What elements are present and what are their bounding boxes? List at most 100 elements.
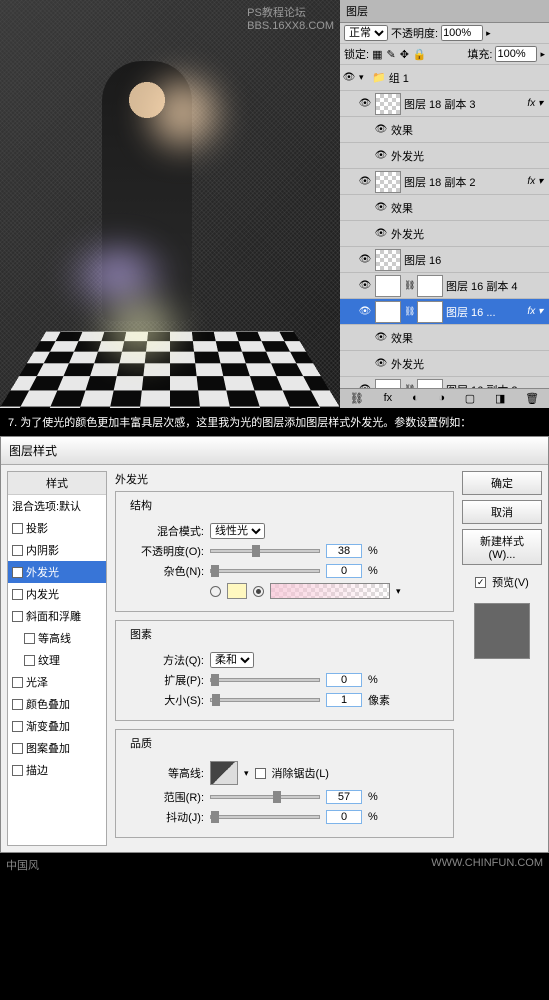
mask-icon[interactable]: ◐	[412, 392, 419, 405]
style-drop-shadow[interactable]: 投影	[8, 517, 106, 539]
style-outer-glow[interactable]: 外发光	[8, 561, 106, 583]
color-swatch[interactable]	[227, 583, 247, 599]
effect-outerglow-row[interactable]: 👁 外发光	[340, 143, 549, 169]
fx-icon[interactable]: fx	[384, 392, 393, 405]
ok-button[interactable]: 确定	[462, 471, 542, 495]
layers-tab[interactable]: 图层	[340, 0, 549, 23]
lock-transparency-icon[interactable]: ▦	[372, 48, 382, 61]
opacity-input[interactable]	[441, 25, 483, 41]
antialias-checkbox[interactable]	[255, 768, 266, 779]
style-color-overlay[interactable]: 颜色叠加	[8, 693, 106, 715]
checkbox[interactable]	[24, 655, 35, 666]
checkbox[interactable]	[12, 523, 23, 534]
group-row[interactable]: 👁 ▾ 📁 组 1	[340, 65, 549, 91]
checkbox[interactable]	[24, 633, 35, 644]
checkbox[interactable]	[12, 567, 23, 578]
contour-dropdown-icon[interactable]: ▾	[244, 768, 249, 779]
layer-row[interactable]: 👁 图层 16	[340, 247, 549, 273]
size-slider[interactable]	[210, 698, 320, 702]
visibility-icon[interactable]: 👁	[342, 71, 356, 85]
fx-badge[interactable]: fx ▾	[527, 176, 547, 187]
blend-mode-select[interactable]: 线性光	[210, 523, 265, 539]
style-texture[interactable]: 纹理	[8, 649, 106, 671]
new-layer-icon[interactable]: ◨	[495, 392, 505, 405]
style-inner-glow[interactable]: 内发光	[8, 583, 106, 605]
effects-row[interactable]: 👁 效果	[340, 325, 549, 351]
opacity-input[interactable]	[326, 544, 362, 558]
opacity-flyout-icon[interactable]: ▸	[486, 28, 491, 39]
style-stroke[interactable]: 描边	[8, 759, 106, 781]
noise-slider[interactable]	[210, 569, 320, 573]
opacity-slider[interactable]	[210, 549, 320, 553]
spread-slider[interactable]	[210, 678, 320, 682]
fill-input[interactable]	[495, 46, 537, 62]
blend-options-row[interactable]: 混合选项:默认	[8, 495, 106, 517]
adjustment-icon[interactable]: ◑	[438, 392, 445, 405]
effects-row[interactable]: 👁 效果	[340, 195, 549, 221]
fx-badge[interactable]: fx ▾	[527, 306, 547, 317]
fx-badge[interactable]: fx ▾	[527, 98, 547, 109]
preview-checkbox[interactable]	[475, 577, 486, 588]
visibility-icon[interactable]: 👁	[374, 227, 388, 241]
spread-input[interactable]	[326, 673, 362, 687]
link-icon[interactable]: ⛓	[404, 306, 414, 317]
visibility-icon[interactable]: 👁	[374, 123, 388, 137]
checkbox[interactable]	[12, 545, 23, 556]
range-input[interactable]	[326, 790, 362, 804]
new-style-button[interactable]: 新建样式(W)...	[462, 529, 542, 565]
styles-header[interactable]: 样式	[8, 472, 106, 495]
layer-row[interactable]: 👁 ⛓ 图层 16 副本 2	[340, 377, 549, 388]
new-group-icon[interactable]: ▢	[465, 392, 475, 405]
gradient-dropdown-icon[interactable]: ▾	[396, 586, 401, 597]
style-inner-shadow[interactable]: 内阴影	[8, 539, 106, 561]
visibility-icon[interactable]: 👁	[358, 253, 372, 267]
checkbox[interactable]	[12, 611, 23, 622]
checkbox[interactable]	[12, 699, 23, 710]
style-bevel[interactable]: 斜面和浮雕	[8, 605, 106, 627]
technique-select[interactable]: 柔和	[210, 652, 254, 668]
color-radio[interactable]	[210, 586, 221, 597]
size-input[interactable]	[326, 693, 362, 707]
visibility-icon[interactable]: 👁	[358, 175, 372, 189]
style-gradient-overlay[interactable]: 渐变叠加	[8, 715, 106, 737]
visibility-icon[interactable]: 👁	[374, 201, 388, 215]
link-layers-icon[interactable]: ⛓	[350, 392, 364, 405]
visibility-icon[interactable]: 👁	[374, 357, 388, 371]
checkbox[interactable]	[12, 721, 23, 732]
effects-row[interactable]: 👁 效果	[340, 117, 549, 143]
trash-icon[interactable]: 🗑	[525, 392, 539, 405]
visibility-icon[interactable]: 👁	[374, 331, 388, 345]
jitter-slider[interactable]	[210, 815, 320, 819]
layer-row[interactable]: 👁 图层 18 副本 3 fx ▾	[340, 91, 549, 117]
style-satin[interactable]: 光泽	[8, 671, 106, 693]
layer-row[interactable]: 👁 图层 18 副本 2 fx ▾	[340, 169, 549, 195]
lock-all-icon[interactable]: 🔒	[413, 48, 427, 61]
jitter-input[interactable]	[326, 810, 362, 824]
layer-row[interactable]: 👁 ⛓ 图层 16 副本 4	[340, 273, 549, 299]
effect-outerglow-row[interactable]: 👁 外发光	[340, 351, 549, 377]
link-icon[interactable]: ⛓	[404, 280, 414, 291]
range-slider[interactable]	[210, 795, 320, 799]
gradient-swatch[interactable]	[270, 583, 390, 599]
checkbox[interactable]	[12, 765, 23, 776]
lock-paint-icon[interactable]: ✎	[386, 48, 395, 61]
checkbox[interactable]	[12, 677, 23, 688]
fill-flyout-icon[interactable]: ▸	[540, 49, 545, 60]
visibility-icon[interactable]: 👁	[374, 149, 388, 163]
expand-icon[interactable]: ▾	[359, 72, 369, 83]
effect-outerglow-row[interactable]: 👁 外发光	[340, 221, 549, 247]
visibility-icon[interactable]: 👁	[358, 279, 372, 293]
contour-swatch[interactable]	[210, 761, 238, 785]
gradient-radio[interactable]	[253, 586, 264, 597]
visibility-icon[interactable]: 👁	[358, 305, 372, 319]
style-pattern-overlay[interactable]: 图案叠加	[8, 737, 106, 759]
layer-row-selected[interactable]: 👁 ⛓ 图层 16 ... fx ▾	[340, 299, 549, 325]
checkbox[interactable]	[12, 743, 23, 754]
checkbox[interactable]	[12, 589, 23, 600]
noise-input[interactable]	[326, 564, 362, 578]
lock-position-icon[interactable]: ✥	[400, 48, 409, 61]
style-contour[interactable]: 等高线	[8, 627, 106, 649]
visibility-icon[interactable]: 👁	[358, 97, 372, 111]
blend-mode-select[interactable]: 正常	[344, 25, 388, 41]
cancel-button[interactable]: 取消	[462, 500, 542, 524]
